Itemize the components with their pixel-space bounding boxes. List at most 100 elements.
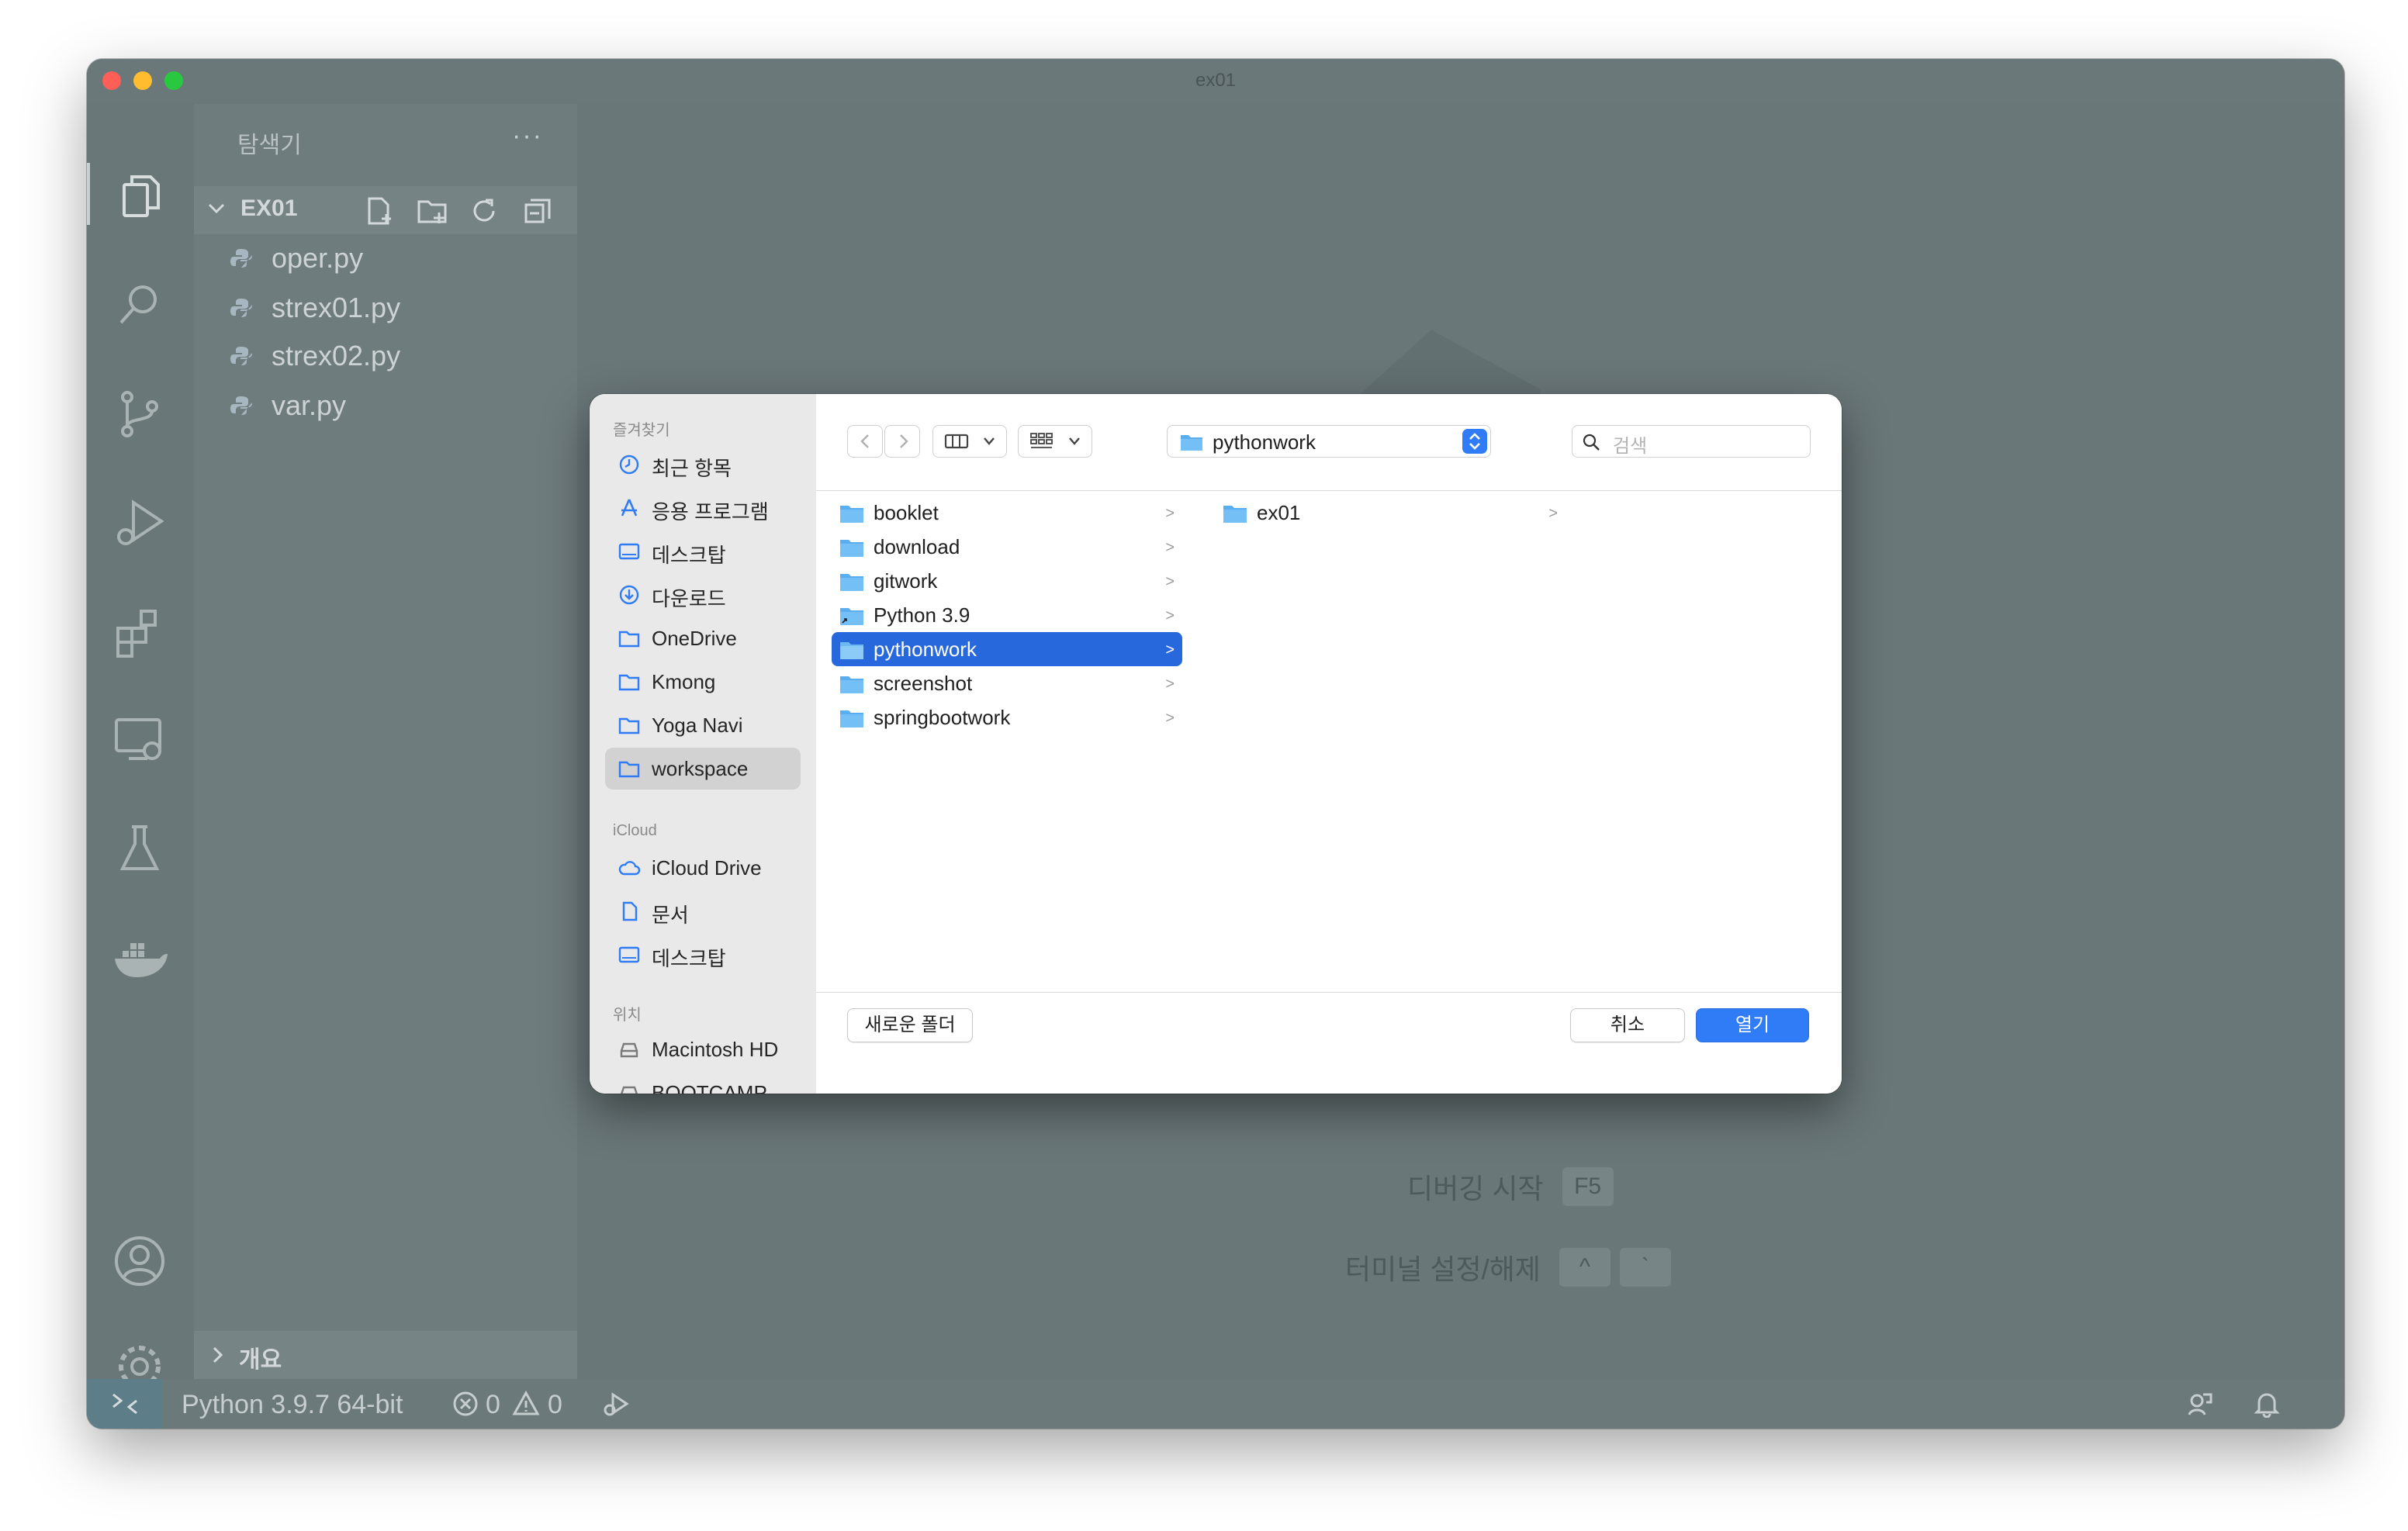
document-icon — [622, 901, 638, 921]
explorer-icon[interactable] — [110, 168, 169, 226]
docker-icon[interactable] — [110, 928, 169, 987]
folder-icon — [840, 506, 863, 523]
alias-folder-icon — [840, 608, 863, 625]
activity-bar — [87, 104, 194, 1388]
explorer-sidebar: 탐색기 ··· EX01 oper.py strex01.py strex02.… — [194, 104, 577, 1379]
sidebar-item-icloud-desktop[interactable]: 데스크탑 — [605, 934, 801, 976]
path-popup[interactable]: pythonwork — [1167, 425, 1491, 458]
open-button[interactable]: 열기 — [1696, 1008, 1809, 1042]
desktop-icon — [618, 946, 640, 963]
folder-row[interactable]: gitwork > — [832, 564, 1182, 598]
locations-header: 위치 — [613, 1007, 642, 1024]
chevron-right-icon: > — [1165, 710, 1175, 727]
folder-icon — [840, 676, 863, 693]
download-icon — [619, 585, 639, 605]
sidebar-item-bootcamp[interactable]: BOOTCAMP — [605, 1072, 801, 1094]
folder-icon — [840, 574, 863, 591]
warning-icon[interactable] — [512, 1390, 540, 1418]
folder-icon — [840, 642, 863, 659]
folder-row[interactable]: springbootwork > — [832, 700, 1182, 734]
python-file-icon — [230, 299, 252, 317]
status-bar: Python 3.9.7 64-bit 0 0 — [87, 1379, 2344, 1429]
hint-start-debugging: 디버깅 시작 F5 — [1407, 1166, 1614, 1207]
sidebar-item-downloads[interactable]: 다운로드 — [605, 574, 801, 616]
sidebar-item-workspace[interactable]: workspace — [605, 748, 801, 790]
hint-toggle-terminal: 터미널 설정/해제 ^ ` — [1345, 1247, 1671, 1287]
dialog-sidebar: 즐겨찾기 최근 항목 응용 프로그램 데스크탑 다운로드 OneDrive Km… — [590, 394, 817, 1094]
folder-icon — [1181, 435, 1202, 451]
python-interpreter[interactable]: Python 3.9.7 64-bit — [182, 1390, 403, 1420]
sidebar-item-documents[interactable]: 문서 — [605, 890, 801, 932]
chevron-right-icon: > — [1548, 505, 1558, 522]
icloud-header: iCloud — [613, 822, 657, 839]
browser-column-1: booklet > download > gitwork > Python 3.… — [816, 491, 1200, 992]
keycap: ` — [1619, 1248, 1671, 1287]
sidebar-item-applications[interactable]: 응용 프로그램 — [605, 487, 801, 529]
sidebar-item-yoga-navi[interactable]: Yoga Navi — [605, 704, 801, 746]
file-item[interactable]: strex01.py — [194, 284, 577, 332]
folder-icon — [618, 674, 640, 691]
more-actions-icon[interactable]: ··· — [512, 121, 543, 151]
remote-icon — [112, 1393, 137, 1415]
back-button[interactable] — [847, 425, 883, 458]
source-control-icon[interactable] — [110, 385, 169, 444]
notifications-bell-icon[interactable] — [2253, 1390, 2281, 1418]
file-item[interactable]: oper.py — [194, 234, 577, 282]
sidebar-item-onedrive[interactable]: OneDrive — [605, 617, 801, 659]
remote-indicator[interactable] — [87, 1379, 163, 1429]
favorites-header: 즐겨찾기 — [613, 422, 670, 439]
chevron-down-icon — [208, 203, 225, 214]
error-icon[interactable] — [452, 1390, 479, 1418]
run-debug-icon[interactable] — [110, 493, 169, 552]
title-bar: ex01 — [87, 59, 2344, 104]
clock-icon — [619, 454, 639, 475]
file-item[interactable]: strex02.py — [194, 332, 577, 380]
folder-row[interactable]: ex01 > — [1215, 496, 1566, 530]
sidebar-item-icloud-drive[interactable]: iCloud Drive — [605, 847, 801, 889]
run-debug-status-icon[interactable] — [602, 1390, 630, 1418]
hard-drive-icon — [620, 1042, 638, 1058]
forward-button[interactable] — [884, 425, 920, 458]
file-item[interactable]: var.py — [194, 382, 577, 430]
folder-icon — [840, 540, 863, 557]
sidebar-item-recents[interactable]: 최근 항목 — [605, 444, 801, 486]
sidebar-item-desktop[interactable]: 데스크탑 — [605, 530, 801, 572]
account-icon[interactable] — [110, 1232, 169, 1291]
new-file-icon[interactable] — [363, 195, 396, 226]
new-folder-icon[interactable] — [416, 195, 448, 226]
sidebar-item-kmong[interactable]: Kmong — [605, 661, 801, 703]
workspace-name: EX01 — [240, 195, 298, 221]
view-mode-button[interactable] — [932, 425, 1007, 458]
chevron-right-icon: > — [1165, 573, 1175, 590]
hard-drive-icon — [621, 1086, 638, 1094]
cancel-button[interactable]: 취소 — [1570, 1008, 1685, 1042]
outline-section-header[interactable]: 개요 — [194, 1331, 577, 1379]
search-field[interactable]: 검색 — [1572, 425, 1811, 458]
folder-row[interactable]: booklet > — [832, 496, 1182, 530]
warning-count[interactable]: 0 — [548, 1390, 562, 1420]
folder-icon — [1223, 506, 1247, 523]
refresh-icon[interactable] — [469, 195, 501, 226]
group-by-button[interactable] — [1018, 425, 1092, 458]
folder-row-selected[interactable]: pythonwork > — [832, 632, 1182, 666]
extensions-icon[interactable] — [110, 602, 169, 661]
sidebar-title: 탐색기 — [237, 133, 302, 158]
folder-icon — [618, 631, 640, 648]
sidebar-item-macintosh-hd[interactable]: Macintosh HD — [605, 1028, 801, 1070]
remote-explorer-icon[interactable] — [110, 710, 169, 769]
folder-row[interactable]: Python 3.9 > — [832, 598, 1182, 632]
chevron-right-icon: > — [1165, 505, 1175, 522]
path-stepper-icon — [1462, 429, 1487, 454]
feedback-icon[interactable] — [2186, 1390, 2214, 1418]
folder-row[interactable]: screenshot > — [832, 666, 1182, 700]
new-folder-button[interactable]: 새로운 폴더 — [847, 1008, 973, 1042]
search-icon[interactable] — [110, 276, 169, 335]
browser-column-3 — [1583, 491, 1842, 992]
collapse-all-icon[interactable] — [521, 195, 554, 226]
testing-icon[interactable] — [110, 819, 169, 878]
workspace-section-header[interactable]: EX01 — [194, 186, 577, 234]
active-indicator — [87, 163, 90, 225]
cloud-icon — [618, 861, 641, 876]
error-count[interactable]: 0 — [486, 1390, 500, 1420]
folder-row[interactable]: download > — [832, 530, 1182, 564]
